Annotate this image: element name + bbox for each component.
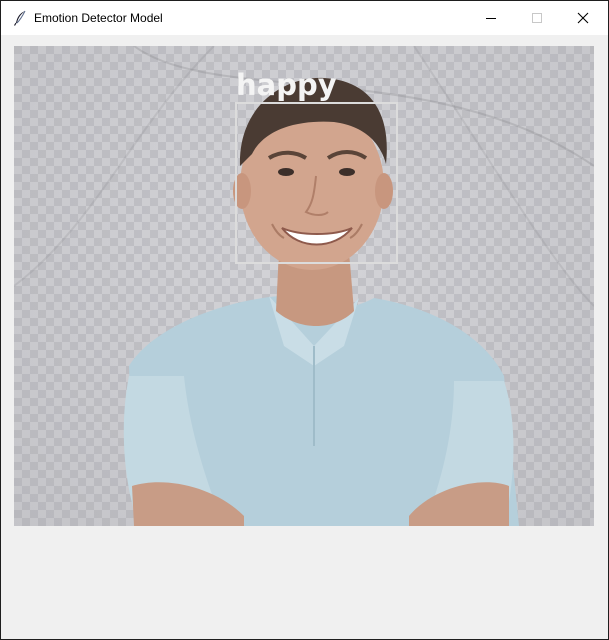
maximize-button[interactable]	[514, 1, 560, 35]
window-title: Emotion Detector Model	[34, 11, 163, 25]
client-area: happy	[1, 35, 608, 639]
title-bar[interactable]: Emotion Detector Model	[1, 1, 608, 35]
minimize-button[interactable]	[468, 1, 514, 35]
face-bounding-box	[235, 102, 398, 264]
close-button[interactable]	[560, 1, 606, 35]
close-icon	[577, 12, 589, 24]
app-window: Emotion Detector Model happy	[0, 0, 609, 640]
feather-icon	[13, 10, 27, 26]
emotion-label: happy	[236, 68, 337, 102]
maximize-icon	[532, 13, 542, 23]
minimize-icon	[486, 18, 496, 19]
webcam-feed: happy	[14, 46, 594, 526]
